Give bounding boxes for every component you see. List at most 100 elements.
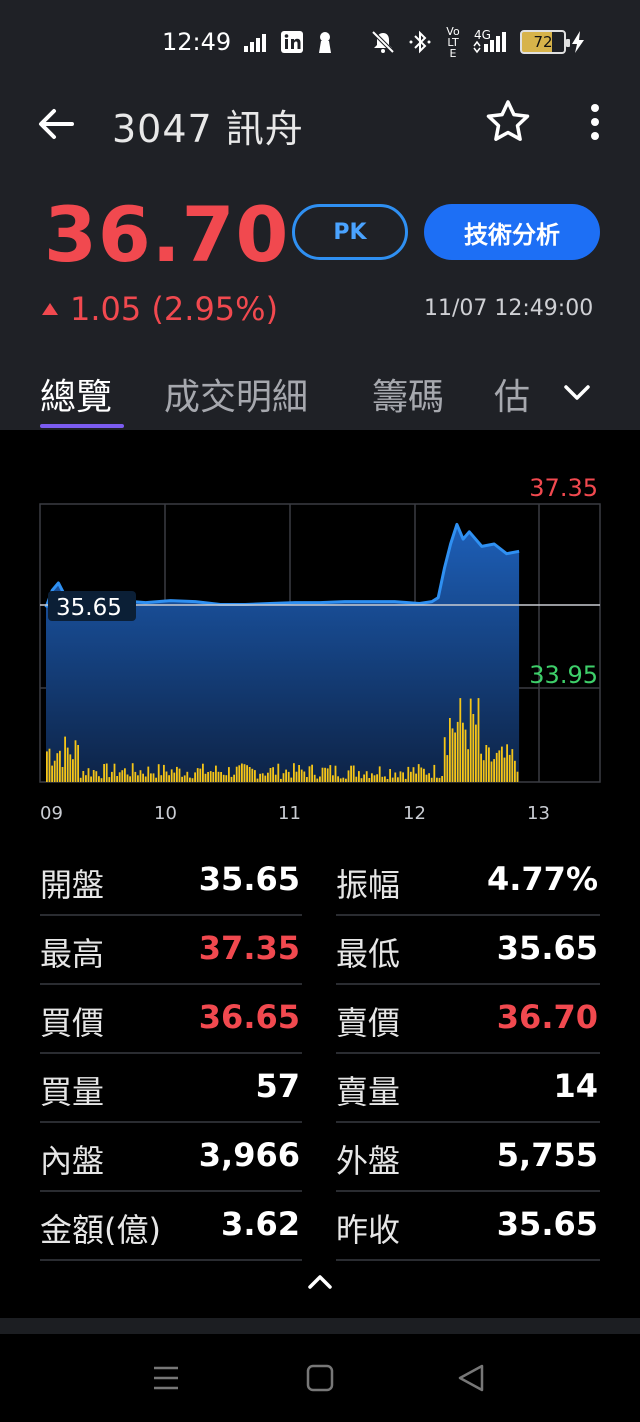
back-arrow-icon[interactable] (34, 102, 78, 146)
volume-bar (503, 757, 506, 782)
intraday-chart[interactable]: 37.35 33.95 35.65 09 10 11 12 13 (0, 430, 640, 840)
chevron-up-icon[interactable] (300, 1266, 340, 1296)
stat-value: 14 (553, 1067, 598, 1105)
volume-bar (454, 732, 456, 782)
tab-trade-details[interactable]: 成交明細 (164, 368, 308, 420)
more-options-icon[interactable] (580, 102, 610, 142)
volume-bar (77, 745, 79, 782)
volume-bar (345, 778, 347, 782)
volume-bar (170, 769, 173, 782)
volume-bar (477, 698, 480, 782)
volume-bar (176, 766, 178, 782)
volume-bar (358, 771, 360, 782)
volume-bar (222, 774, 225, 782)
volume-bar (111, 771, 113, 782)
stat-cell: 賣價 36.70 (336, 988, 600, 1054)
volume-bar (446, 755, 449, 782)
volume-bar (69, 754, 72, 782)
volume-bar (230, 776, 233, 782)
current-price: 36.70 (44, 190, 290, 279)
volume-bar (134, 771, 137, 782)
recents-menu-icon[interactable] (146, 1360, 186, 1396)
volume-bar (209, 771, 212, 782)
volume-bar (360, 778, 363, 782)
volume-bar (157, 764, 160, 782)
volume-bar (384, 776, 386, 782)
active-tab-indicator (40, 424, 124, 428)
volume-bar (407, 766, 410, 782)
volume-bar (389, 769, 391, 782)
volume-bar (103, 764, 105, 782)
volume-bar (326, 768, 329, 782)
volume-bar (204, 773, 207, 782)
volume-bar (308, 766, 311, 782)
volume-bar (394, 772, 397, 782)
stat-value: 5,755 (496, 1136, 598, 1174)
volume-bar (412, 767, 415, 782)
home-square-icon[interactable] (300, 1360, 340, 1396)
stat-cell: 開盤 35.65 (40, 850, 302, 916)
pk-button[interactable]: PK (292, 204, 408, 260)
volume-bar (399, 771, 402, 782)
volume-bar (282, 773, 285, 782)
stat-label: 賣量 (336, 1073, 401, 1111)
volume-bar (280, 778, 282, 782)
volume-bar (168, 775, 170, 782)
tab-overview[interactable]: 總覽 (40, 368, 112, 420)
volume-bar (183, 775, 186, 782)
volume-bar (386, 779, 389, 782)
stat-cell: 金額(億) 3.62 (40, 1195, 302, 1261)
chevron-down-icon[interactable] (560, 378, 594, 408)
volume-bar (404, 778, 407, 782)
technical-analysis-button[interactable]: 技術分析 (424, 204, 600, 260)
volume-bar (376, 774, 378, 782)
volume-bar (287, 771, 290, 782)
volume-bar (116, 776, 118, 782)
volume-bar (139, 770, 142, 782)
volume-bar (137, 775, 139, 782)
volume-bar (511, 749, 514, 782)
stat-label: 昨收 (336, 1211, 401, 1249)
x-tick-label: 10 (154, 803, 177, 824)
volume-bar (428, 773, 430, 782)
volume-bar (100, 778, 103, 782)
volume-bar (142, 773, 144, 782)
volume-bar (259, 773, 261, 782)
volume-bar (254, 770, 256, 782)
volume-bar (495, 752, 498, 782)
volume-bar (215, 765, 217, 782)
volume-bar (152, 773, 155, 782)
volume-bar (436, 777, 438, 782)
volume-bar (199, 768, 202, 782)
volume-bar (493, 759, 495, 782)
volume-bar (319, 776, 321, 782)
stats-row: 最高 37.35 最低 35.65 (40, 919, 600, 988)
stat-label: 振幅 (336, 866, 401, 904)
tab-valuation[interactable]: 估 (494, 368, 530, 420)
y-low-label: 33.95 (529, 661, 598, 689)
back-triangle-icon[interactable] (452, 1360, 492, 1396)
volume-bar (191, 778, 194, 782)
price-change: 1.05 (2.95%) (42, 290, 278, 328)
favorite-star-icon[interactable] (484, 98, 532, 146)
volume-bar (144, 776, 147, 782)
volume-bar (241, 763, 243, 782)
stat-value: 3.62 (221, 1205, 300, 1243)
volume-bar (371, 773, 373, 782)
volume-bar (462, 722, 464, 782)
volume-bar (475, 724, 477, 782)
battery-icon: 72 (520, 30, 570, 54)
stock-header: 3047 訊舟 36.70 PK 技術分析 1.05 (2.95%) 11/07… (0, 86, 640, 430)
stat-value: 3,966 (198, 1136, 300, 1174)
volume-bar (160, 775, 163, 782)
volume-bar (402, 772, 404, 782)
stats-row: 買量 57 賣量 14 (40, 1057, 600, 1126)
volume-bar (202, 763, 204, 782)
tab-chips[interactable]: 籌碼 (372, 368, 444, 420)
volume-bar (298, 765, 300, 782)
volume-bar (118, 772, 121, 782)
linkedin-icon (280, 30, 304, 54)
stat-value: 35.65 (496, 929, 598, 967)
volume-bar (56, 753, 59, 782)
volume-bar (165, 771, 168, 782)
